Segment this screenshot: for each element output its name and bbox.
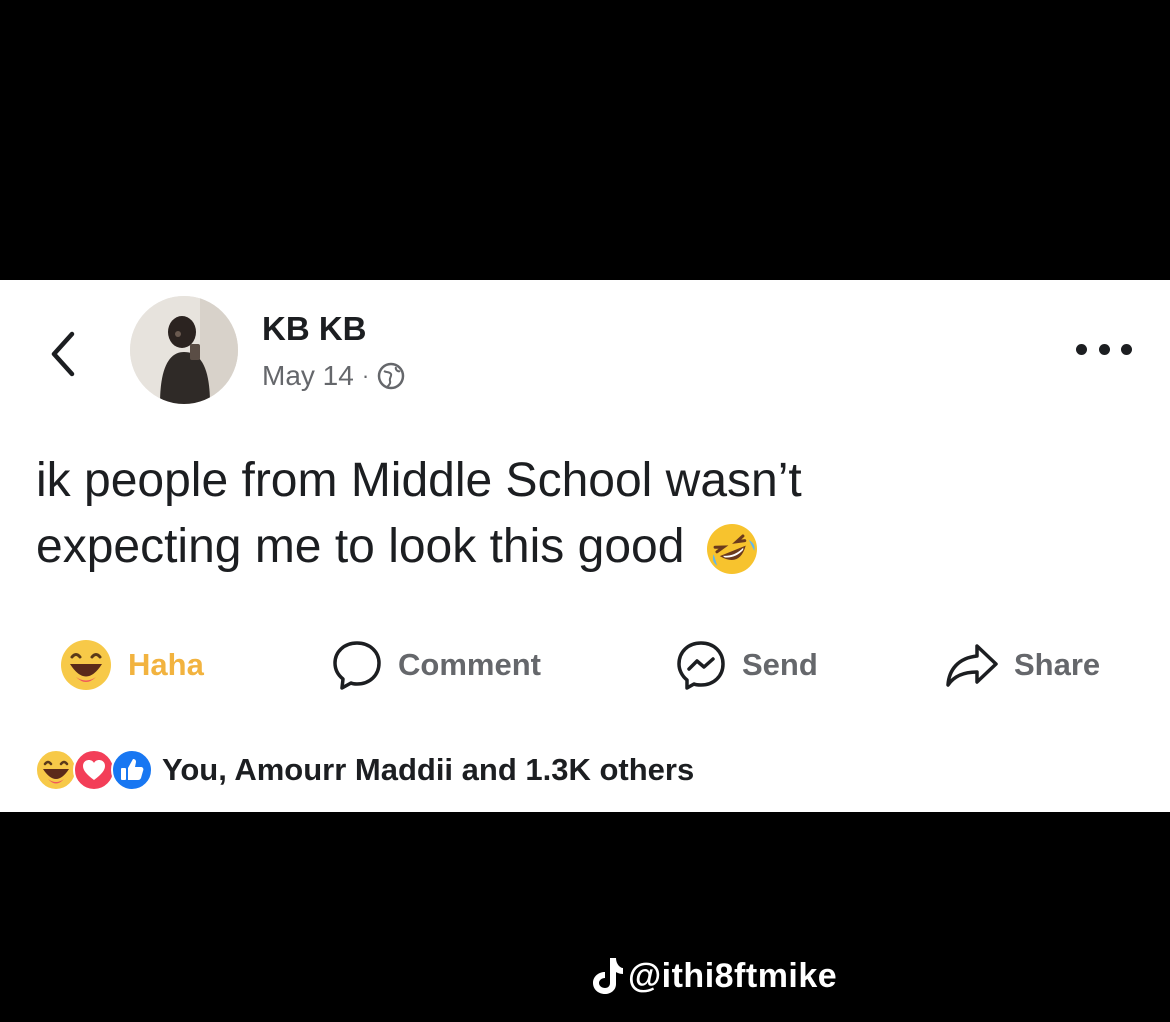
more-dot <box>1076 343 1087 355</box>
watermark-handle: @ithi8ftmike <box>628 956 838 995</box>
comment-button[interactable]: Comment <box>330 630 541 700</box>
haha-label: Haha <box>128 647 204 682</box>
avatar[interactable] <box>130 296 238 404</box>
post-text-line: expecting me to look this good <box>36 520 685 573</box>
avatar-photo <box>130 296 238 404</box>
send-button[interactable]: Send <box>674 630 818 700</box>
rofl-emoji-icon <box>706 524 757 575</box>
globe-icon <box>377 362 405 390</box>
post-text-line-2: expecting me to look this good <box>36 514 1116 580</box>
messenger-icon <box>677 641 725 690</box>
comment-icon <box>333 641 381 690</box>
tiktok-logo-icon <box>593 958 623 994</box>
back-button[interactable] <box>42 324 86 384</box>
send-label: Send <box>742 647 818 682</box>
more-dot <box>1121 343 1132 355</box>
haha-reaction-button[interactable]: Haha <box>58 630 204 700</box>
screen: KB KB May 14 · ik people from Middle Sch… <box>0 0 1170 1022</box>
share-button[interactable]: Share <box>944 630 1100 700</box>
more-options-button[interactable] <box>1076 338 1132 360</box>
post-date[interactable]: May 14 <box>262 360 354 392</box>
haha-reaction-icon <box>61 640 111 690</box>
share-arrow-icon <box>946 644 998 687</box>
reactions-summary-text: You, Amourr Maddii and 1.3K others <box>162 752 695 787</box>
post-card: KB KB May 14 · ik people from Middle Sch… <box>0 280 1170 812</box>
reactions-summary[interactable]: You, Amourr Maddii and 1.3K others <box>34 748 694 792</box>
share-label: Share <box>1014 647 1101 682</box>
reaction-icons <box>34 748 153 792</box>
author-name[interactable]: KB KB <box>262 310 367 348</box>
like-reaction-icon <box>111 749 153 791</box>
tiktok-watermark: @ithi8ftmike <box>590 956 837 996</box>
comment-label: Comment <box>398 647 541 682</box>
back-chevron-icon <box>51 331 75 377</box>
post-text: ik people from Middle School wasn’t expe… <box>36 448 1116 580</box>
action-bar: Haha Comment Send Share <box>0 630 1170 700</box>
post-text-line: ik people from Middle School wasn’t <box>36 454 802 507</box>
meta-separator: · <box>361 363 370 388</box>
more-dot <box>1098 343 1110 355</box>
post-meta: May 14 · <box>262 360 405 392</box>
